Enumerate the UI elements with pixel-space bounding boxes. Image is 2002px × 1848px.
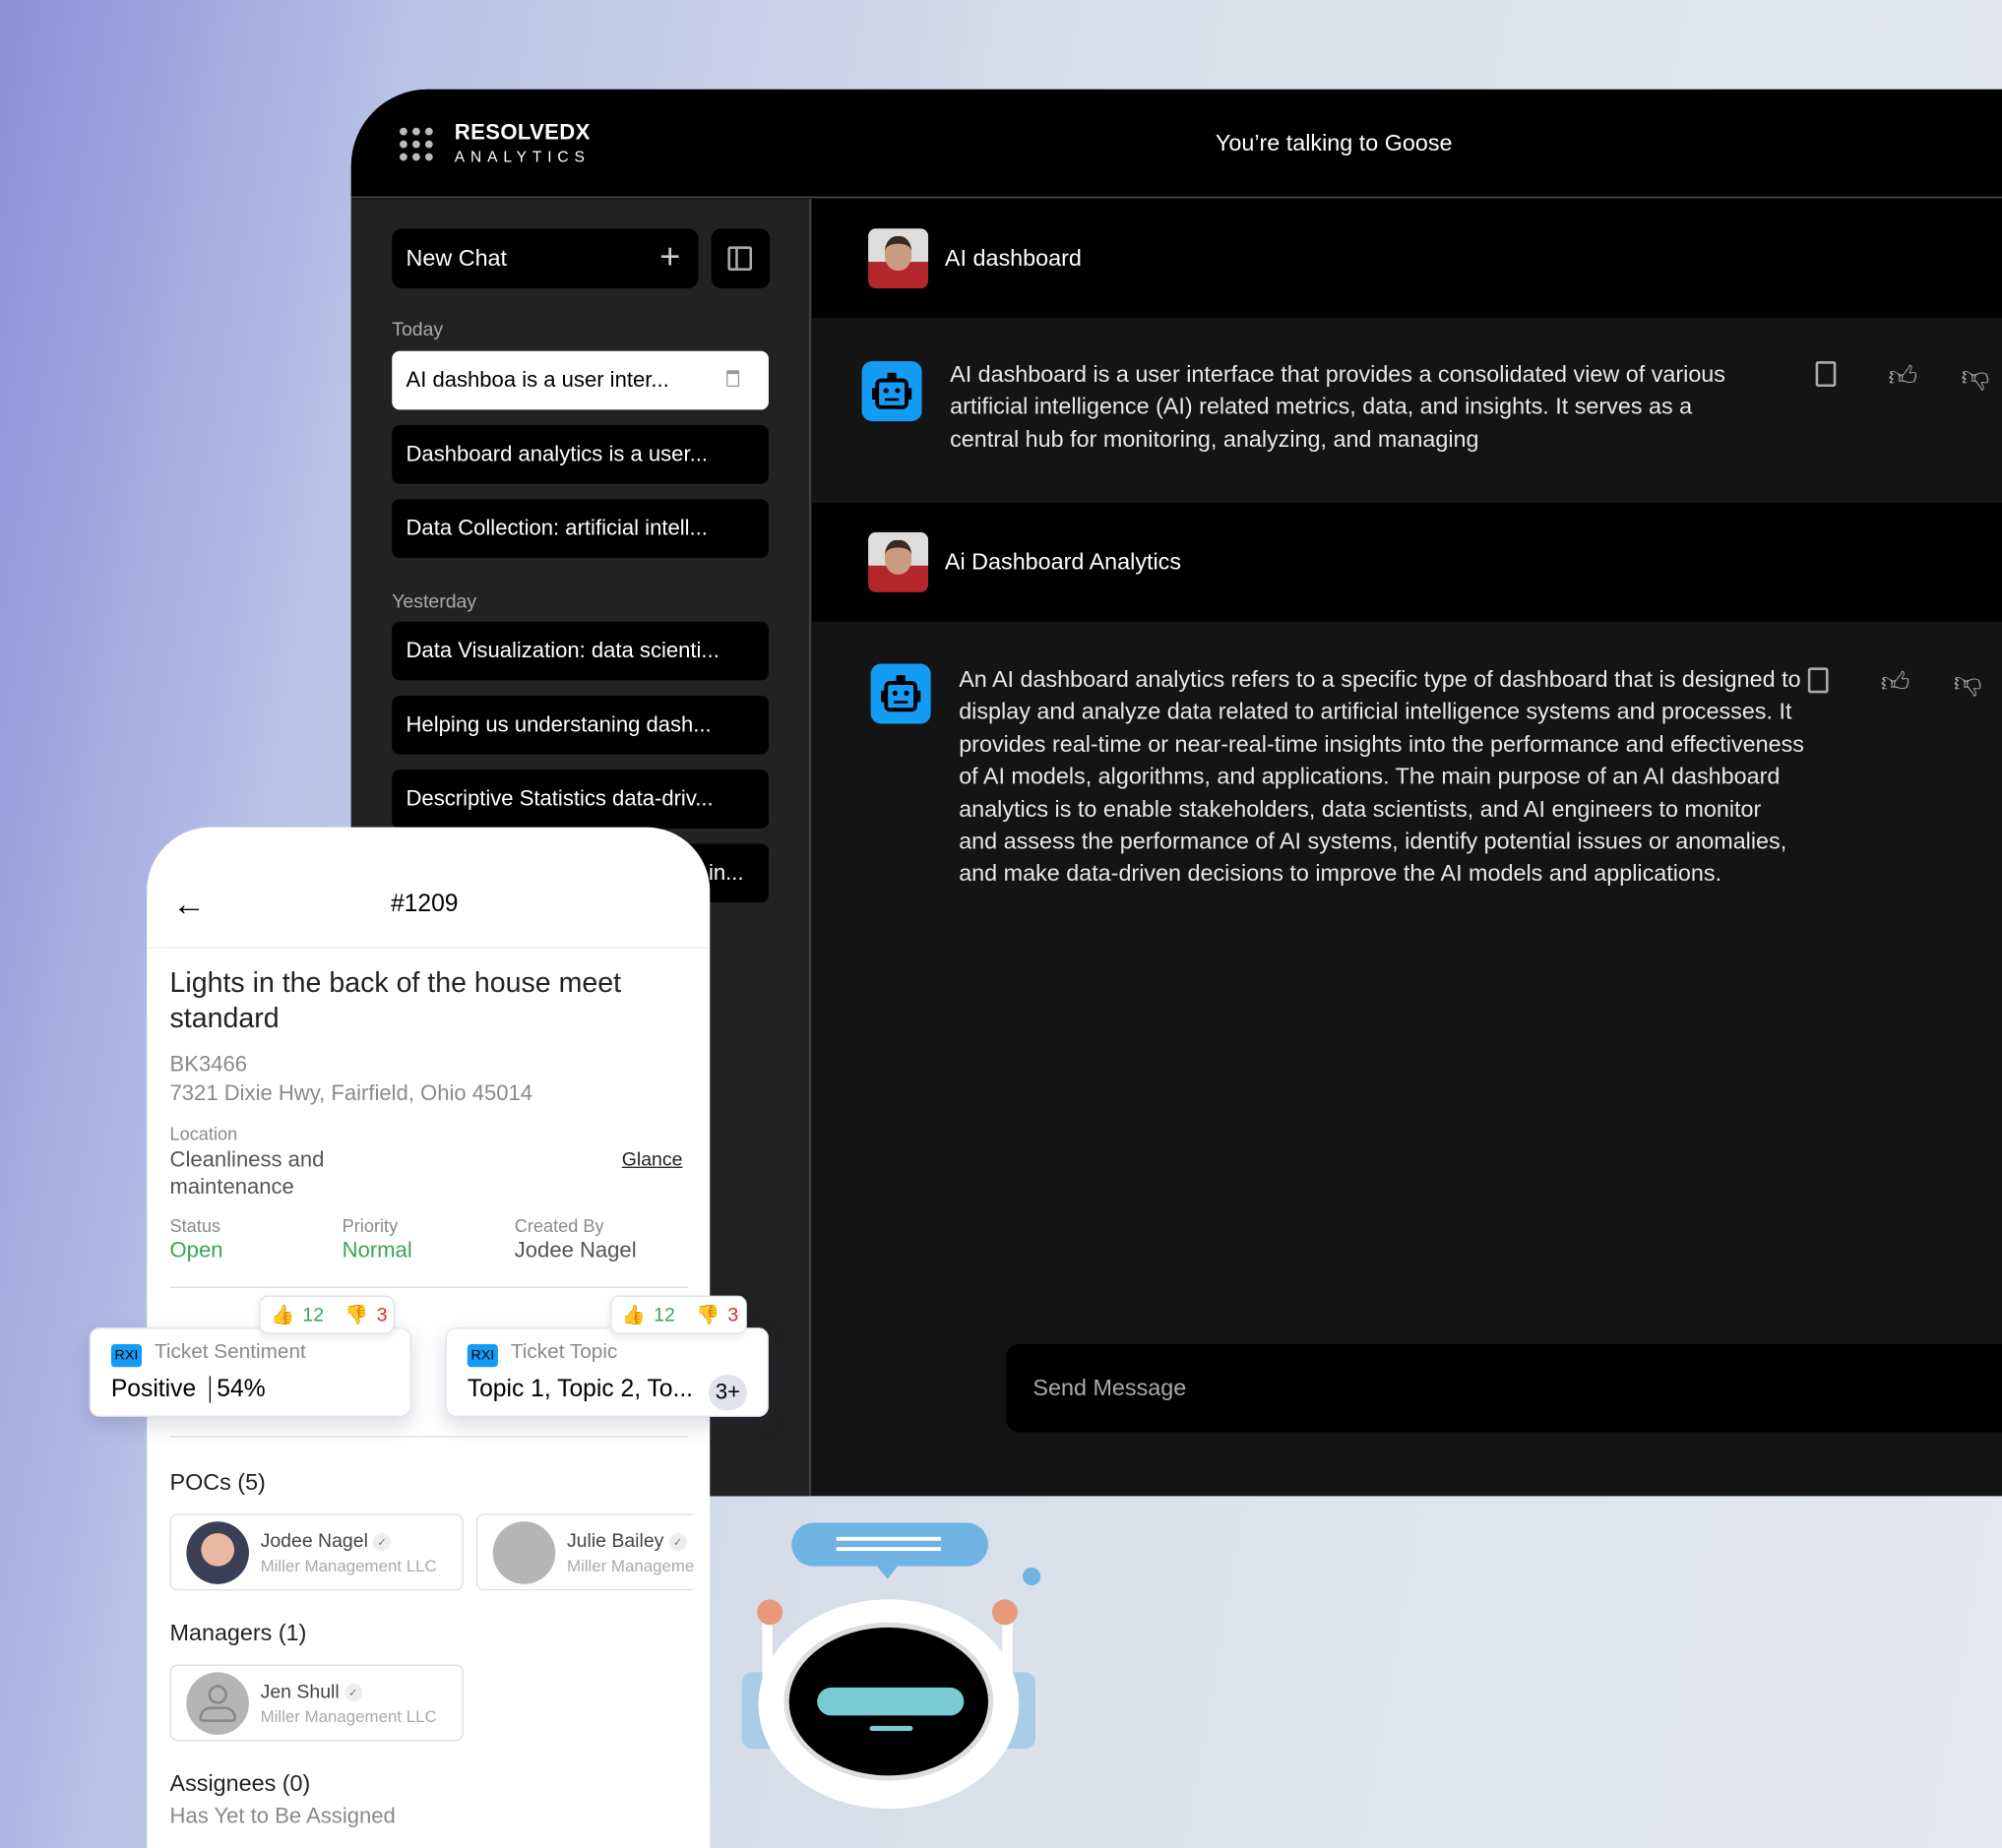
bot-message-text: An AI dashboard analytics refers to a sp… xyxy=(959,666,1804,887)
thumbs-up-icon[interactable]: 👍 xyxy=(622,1303,646,1326)
ticket-number: #1209 xyxy=(390,891,459,918)
ticket-address: 7321 Dixie Hwy, Fairfield, Ohio 45014 xyxy=(169,1080,533,1106)
verified-icon: ✓ xyxy=(373,1532,392,1552)
assignees-empty: Has Yet to Be Assigned xyxy=(169,1803,396,1828)
manager-name: Jen Shull xyxy=(260,1681,340,1703)
verified-icon: ✓ xyxy=(668,1532,687,1552)
brand-sub: ANALYTICS xyxy=(454,148,591,166)
send-message-input[interactable]: Send Message xyxy=(1006,1343,2002,1433)
poc-org: Miller Management LLC xyxy=(260,1556,437,1575)
chat-history-item[interactable]: Data Visualization: data scienti... xyxy=(392,621,769,681)
chat-history-item[interactable]: AI dashboa is a user inter... xyxy=(392,350,769,410)
thumbs-up-icon[interactable]: 👍︎ xyxy=(1889,359,1919,392)
topic-label: Ticket Topic xyxy=(510,1341,618,1364)
sidebar-panel-icon xyxy=(727,246,753,272)
poc-name: Julie Bailey xyxy=(566,1530,664,1553)
created-by-value: Jodee Nagel xyxy=(514,1238,637,1263)
thumbs-down-icon[interactable]: 👎︎ xyxy=(1954,665,1984,698)
header-title: You’re talking to Goose xyxy=(1215,130,1453,156)
bot-message: AI dashboard is a user interface that pr… xyxy=(812,318,2002,503)
toggle-sidebar-button[interactable] xyxy=(711,228,771,289)
chat-item-label: AI dashboa is a user inter... xyxy=(406,367,669,393)
copy-icon[interactable] xyxy=(1807,667,1829,694)
avatar xyxy=(492,1521,556,1584)
robot-illustration xyxy=(741,1522,1041,1810)
robot-icon xyxy=(861,361,922,422)
more-topics-badge[interactable]: 3+ xyxy=(708,1375,747,1411)
user-message-text: Ai Dashboard Analytics xyxy=(944,548,1182,575)
thumbs-up-icon[interactable]: 👍︎ xyxy=(1881,665,1911,698)
poc-org: Miller Management LLC xyxy=(566,1556,694,1575)
sentiment-votes: 👍 12 👎 3 xyxy=(259,1295,395,1334)
bot-message: An AI dashboard analytics refers to a sp… xyxy=(812,622,2002,1387)
rxi-badge: RXI xyxy=(467,1343,498,1368)
user-message: AI dashboard xyxy=(812,199,2002,319)
chat-history-item[interactable]: Descriptive Statistics data-driv... xyxy=(392,770,769,829)
managers-heading: Managers (1) xyxy=(169,1620,307,1646)
user-placeholder-icon xyxy=(186,1672,249,1735)
apps-grid-icon[interactable] xyxy=(400,127,433,161)
manager-card[interactable]: Jen Shull ✓ Miller Management LLC xyxy=(169,1664,464,1742)
app-header: RESOLVEDX ANALYTICS You’re talking to Go… xyxy=(350,89,2002,199)
priority-value: Normal xyxy=(342,1238,412,1263)
ticket-code: BK3466 xyxy=(169,1051,248,1077)
thumbs-down-icon[interactable]: 👎︎ xyxy=(1961,359,1991,392)
trash-icon[interactable] xyxy=(726,370,740,388)
back-arrow-icon[interactable]: ← xyxy=(172,885,206,924)
ticket-title: Lights in the back of the house meet sta… xyxy=(169,965,622,1034)
plus-icon: + xyxy=(659,235,681,277)
location-value: Cleanliness and maintenance xyxy=(169,1147,325,1200)
manager-org: Miller Management LLC xyxy=(260,1706,437,1726)
upvote-count: 12 xyxy=(654,1304,675,1326)
created-by-label: Created By xyxy=(514,1214,604,1236)
glance-link[interactable]: Glance xyxy=(622,1148,683,1170)
chat-history-item[interactable]: Dashboard analytics is a user... xyxy=(392,424,769,484)
avatar xyxy=(186,1521,249,1584)
upvote-count: 12 xyxy=(302,1304,325,1326)
bot-message-text: AI dashboard is a user interface that pr… xyxy=(950,361,1725,452)
location-label: Location xyxy=(169,1123,238,1144)
poc-card[interactable]: Julie Bailey✓ Miller Management LLC xyxy=(475,1513,694,1591)
priority-label: Priority xyxy=(342,1214,399,1236)
section-today: Today xyxy=(392,319,444,341)
thumbs-up-icon[interactable]: 👍 xyxy=(271,1303,294,1326)
sentiment-label: Ticket Sentiment xyxy=(154,1341,306,1364)
topic-value: Topic 1, Topic 2, To... xyxy=(467,1376,694,1403)
poc-card[interactable]: Jodee Nagel ✓ Miller Management LLC xyxy=(169,1513,464,1591)
user-message-text: AI dashboard xyxy=(944,245,1082,272)
assignees-heading: Assignees (0) xyxy=(169,1770,311,1797)
pocs-heading: POCs (5) xyxy=(169,1469,266,1496)
new-chat-button[interactable]: New Chat + xyxy=(392,228,699,289)
robot-icon xyxy=(870,663,931,724)
status-label: Status xyxy=(169,1214,221,1236)
sentiment-percent: 54% xyxy=(217,1376,266,1403)
verified-icon: ✓ xyxy=(344,1684,363,1702)
sentiment-value: Positive xyxy=(110,1376,197,1403)
downvote-count: 3 xyxy=(376,1304,388,1326)
user-message: Ai Dashboard Analytics xyxy=(812,503,2002,622)
section-yesterday: Yesterday xyxy=(392,590,477,613)
status-value: Open xyxy=(169,1238,223,1263)
rxi-badge: RXI xyxy=(110,1343,142,1368)
brand-name: RESOLVEDX xyxy=(454,119,591,145)
topic-votes: 👍 12 👎 3 xyxy=(610,1295,747,1334)
chat-history-item[interactable]: Helping us understaning dash... xyxy=(392,695,769,755)
downvote-count: 3 xyxy=(727,1304,739,1326)
poc-name: Jodee Nagel xyxy=(260,1530,368,1553)
thumbs-down-icon[interactable]: 👎 xyxy=(344,1303,368,1326)
user-avatar xyxy=(868,228,929,289)
thumbs-down-icon[interactable]: 👎 xyxy=(696,1303,719,1326)
user-avatar xyxy=(868,531,929,592)
ticket-sentiment-card[interactable]: RXI Ticket Sentiment Positive 54% xyxy=(89,1327,411,1417)
ticket-topic-card[interactable]: RXI Ticket Topic Topic 1, Topic 2, To...… xyxy=(445,1327,769,1417)
copy-icon[interactable] xyxy=(1815,361,1837,388)
chat-history-item[interactable]: Data Collection: artificial intell... xyxy=(392,499,769,558)
new-chat-label: New Chat xyxy=(406,245,508,272)
